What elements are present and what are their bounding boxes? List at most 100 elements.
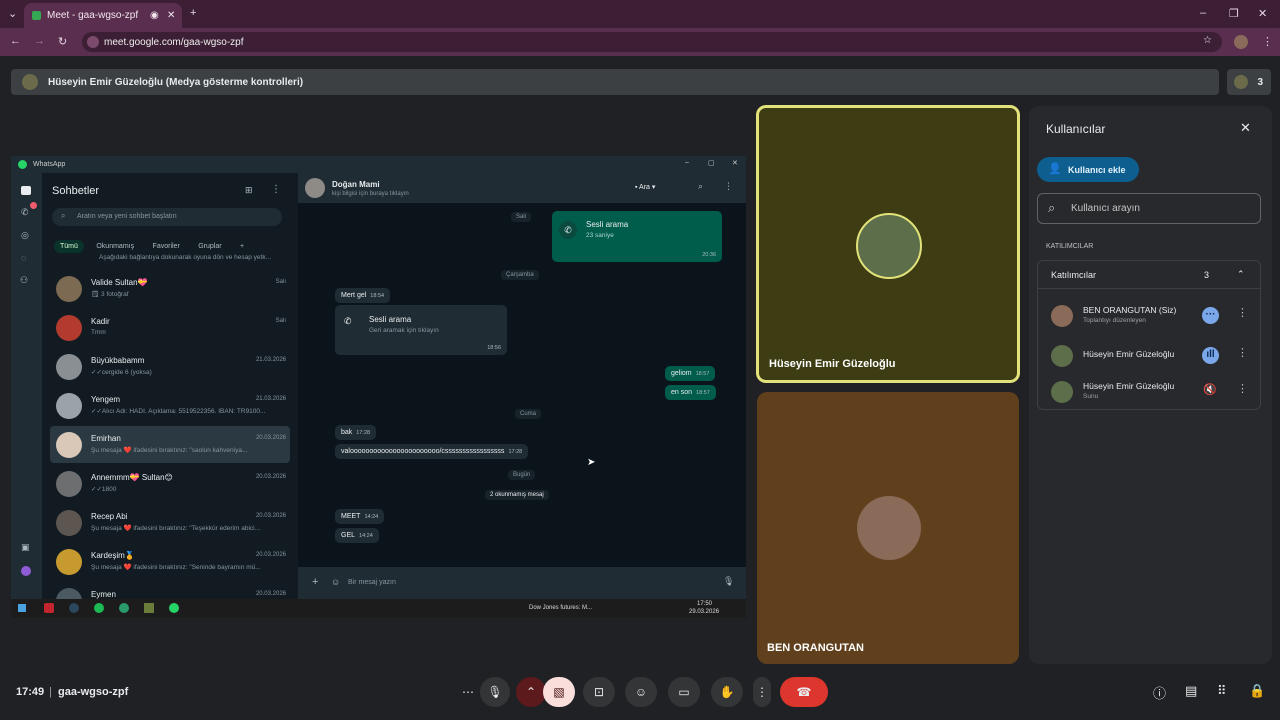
windows-start-icon[interactable] bbox=[18, 604, 26, 612]
conversation-header[interactable]: Doğan Mami kişi bilgisi için buraya tıkl… bbox=[298, 173, 746, 203]
chat-row-emirhan[interactable]: Emirhan Şu mesaja ❤️ ifadesini bıraktını… bbox=[50, 426, 290, 463]
media-nav-icon[interactable]: ▣ bbox=[21, 542, 30, 553]
outgoing-call-bubble[interactable]: ✆ Sesli arama 23 saniye 20:36 bbox=[552, 211, 722, 262]
message-in[interactable]: bak 17:28 bbox=[335, 425, 377, 440]
participant-row[interactable]: Hüseyin Emir Güzeloğlu Sunu 🔇 ⋮ bbox=[1038, 373, 1260, 409]
chats-nav-icon[interactable] bbox=[21, 186, 31, 195]
profile-avatar[interactable] bbox=[1234, 35, 1248, 49]
incoming-call-bubble[interactable]: ✆ Sesli arama Geri aramak için tıklayın … bbox=[335, 305, 507, 355]
message-input[interactable]: Bir mesaj yazın bbox=[348, 579, 396, 586]
add-people-button[interactable]: 👤 Kullanıcı ekle bbox=[1037, 157, 1139, 182]
microphone-icon[interactable]: 🎙 bbox=[723, 576, 734, 587]
host-controls-icon[interactable]: 🔒 bbox=[1249, 683, 1265, 699]
reactions-button[interactable]: ☺ bbox=[625, 677, 657, 707]
more-audio-options-button[interactable]: ⋯ bbox=[453, 677, 483, 707]
minecraft-icon[interactable] bbox=[144, 603, 154, 613]
participants-chip[interactable]: 3 bbox=[1227, 69, 1271, 95]
whatsapp-taskbar-icon[interactable] bbox=[169, 603, 179, 613]
chevron-up-icon: ⌃ bbox=[1237, 269, 1245, 279]
message-in[interactable]: MEET 14:24 bbox=[335, 509, 385, 524]
minimize-icon[interactable]: – bbox=[1200, 7, 1206, 19]
participant-row[interactable]: Hüseyin Emir Güzeloğlu ıll ⋮ bbox=[1038, 337, 1260, 373]
filter-all[interactable]: Tümü bbox=[54, 240, 84, 253]
chat-row-recep[interactable]: Recep Abi Şu mesaja ❤️ ifadesini bıraktı… bbox=[50, 504, 290, 541]
new-tab-icon[interactable]: + bbox=[190, 7, 196, 19]
message-in[interactable]: GEL 14:24 bbox=[335, 528, 379, 543]
chat-row-yengem[interactable]: Yengem ✓✓Alıcı Adı: HADI. Açıklama: 5519… bbox=[50, 387, 290, 424]
more-options-dots-icon[interactable]: ··· bbox=[1202, 307, 1219, 324]
present-screen-button[interactable]: ⊡ bbox=[583, 677, 615, 707]
status-nav-icon[interactable]: ◎ bbox=[21, 230, 29, 241]
edge-icon[interactable] bbox=[119, 603, 129, 613]
new-chat-icon[interactable]: ⊞ bbox=[245, 185, 253, 196]
people-search-input[interactable]: ⌕ Kullanıcı arayın bbox=[1037, 193, 1261, 224]
meta-ai-icon[interactable] bbox=[21, 566, 31, 576]
more-options-button[interactable]: ⋮ bbox=[753, 677, 771, 707]
emoji-icon[interactable]: ☺ bbox=[331, 577, 340, 587]
reload-icon[interactable]: ↻ bbox=[58, 35, 67, 48]
chat-search-input[interactable]: ⌕ Aratın veya yeni sohbet başlatın bbox=[52, 208, 282, 226]
raise-hand-button[interactable]: ✋ bbox=[711, 677, 743, 707]
microphone-button[interactable]: 🎙 bbox=[480, 677, 510, 707]
chat-list-menu-icon[interactable]: ⋮ bbox=[271, 184, 281, 195]
wa-close-icon[interactable]: ✕ bbox=[732, 159, 738, 167]
back-icon[interactable]: ← bbox=[10, 35, 21, 47]
chat-row-kadir[interactable]: Kadir Tmm Salı bbox=[50, 309, 290, 346]
bookmark-star-icon[interactable]: ☆ bbox=[1203, 35, 1212, 46]
tab-close-icon[interactable]: ✕ bbox=[167, 10, 175, 21]
steam-icon[interactable] bbox=[69, 603, 79, 613]
whatsapp-logo-icon bbox=[18, 160, 27, 169]
chat-row-kardesim[interactable]: Kardeşim🏅 Şu mesaja ❤️ ifadesini bıraktı… bbox=[50, 543, 290, 580]
date-separator: Salı bbox=[511, 212, 532, 222]
chat-icon[interactable]: ▤ bbox=[1185, 683, 1197, 699]
participant-menu-icon[interactable]: ⋮ bbox=[1237, 306, 1248, 319]
filter-add[interactable]: + bbox=[234, 240, 250, 253]
participant-menu-icon[interactable]: ⋮ bbox=[1237, 382, 1248, 395]
restore-icon[interactable]: ❐ bbox=[1229, 7, 1239, 20]
calls-nav-icon[interactable]: ✆ bbox=[21, 207, 29, 218]
url-field[interactable]: meet.google.com/gaa-wgso-zpf ☆ bbox=[82, 32, 1222, 52]
close-window-icon[interactable]: ✕ bbox=[1258, 7, 1267, 20]
filter-favorites[interactable]: Favoriler bbox=[147, 240, 186, 253]
message-out[interactable]: en son 18:57 bbox=[665, 385, 716, 400]
forward-icon[interactable]: → bbox=[34, 35, 45, 47]
tab-audio-icon[interactable]: ◉ bbox=[150, 10, 159, 21]
message-in[interactable]: valooooooooooooooooooooooo/cssssssssssss… bbox=[335, 444, 529, 459]
activities-icon[interactable]: ⠿ bbox=[1217, 683, 1227, 699]
communities-nav-icon[interactable]: ⚇ bbox=[20, 275, 28, 286]
news-widget[interactable]: Dow Jones futures: M... bbox=[529, 605, 592, 611]
taskbar-app-icon[interactable] bbox=[44, 603, 54, 613]
message-in[interactable]: Mert gel 18:54 bbox=[335, 288, 391, 303]
chat-row-annem[interactable]: Annemmm💝 Sultan😊 ✓✓1800 20.03.2026 bbox=[50, 465, 290, 502]
participant-name: Hüseyin Emir Güzeloğlu bbox=[1083, 381, 1175, 391]
participant-row[interactable]: BEN ORANGUTAN (Siz) Toplantıyı düzenleye… bbox=[1038, 297, 1260, 333]
camera-off-button[interactable]: ▧ bbox=[543, 677, 575, 707]
meeting-info-icon[interactable]: ⓘ bbox=[1153, 683, 1166, 702]
participant-menu-icon[interactable]: ⋮ bbox=[1237, 346, 1248, 359]
wa-minimize-icon[interactable]: – bbox=[685, 159, 689, 166]
spotify-icon[interactable] bbox=[94, 603, 104, 613]
filter-unread[interactable]: Okunmamış bbox=[90, 240, 140, 253]
message-out[interactable]: geliom 18:57 bbox=[665, 366, 716, 381]
site-info-icon[interactable] bbox=[87, 36, 99, 48]
close-panel-icon[interactable]: ✕ bbox=[1240, 120, 1251, 136]
filter-groups[interactable]: Gruplar bbox=[192, 240, 227, 253]
leave-call-button[interactable]: ☎ bbox=[780, 677, 828, 707]
channels-nav-icon[interactable]: ◌ bbox=[21, 253, 26, 263]
conversation-menu-icon[interactable]: ⋮ bbox=[724, 181, 733, 192]
attach-icon[interactable]: + bbox=[312, 576, 318, 588]
camera-options-button[interactable]: ⌃ bbox=[516, 677, 546, 707]
muted-audio-icon: 🔇 bbox=[1203, 384, 1217, 396]
participants-group-header[interactable]: Katılımcılar 3 ⌃ bbox=[1038, 261, 1260, 289]
captions-button[interactable]: ▭ bbox=[668, 677, 700, 707]
call-button[interactable]: ▪ Ara ▾ bbox=[635, 183, 655, 191]
participant-tile-speaker[interactable]: Hüseyin Emir Güzeloğlu bbox=[756, 105, 1020, 383]
participant-tile-self[interactable]: BEN ORANGUTAN bbox=[757, 392, 1019, 664]
conversation-search-icon[interactable]: ⌕ bbox=[698, 181, 703, 192]
wa-maximize-icon[interactable]: ▢ bbox=[708, 159, 715, 167]
chat-row-valide[interactable]: Valide Sultan💝 🗒 3 fotoğraf Salı bbox=[50, 270, 290, 307]
chat-row-buyukbabamm[interactable]: Büyükbabamm ✓✓cergide 6 (yoksa) 21.03.20… bbox=[50, 348, 290, 385]
tab-search-icon[interactable]: ⌄ bbox=[8, 7, 17, 20]
browser-menu-icon[interactable]: ⋮ bbox=[1262, 35, 1273, 48]
browser-tab[interactable]: Meet - gaa-wgso-zpf ◉ ✕ bbox=[24, 3, 182, 28]
